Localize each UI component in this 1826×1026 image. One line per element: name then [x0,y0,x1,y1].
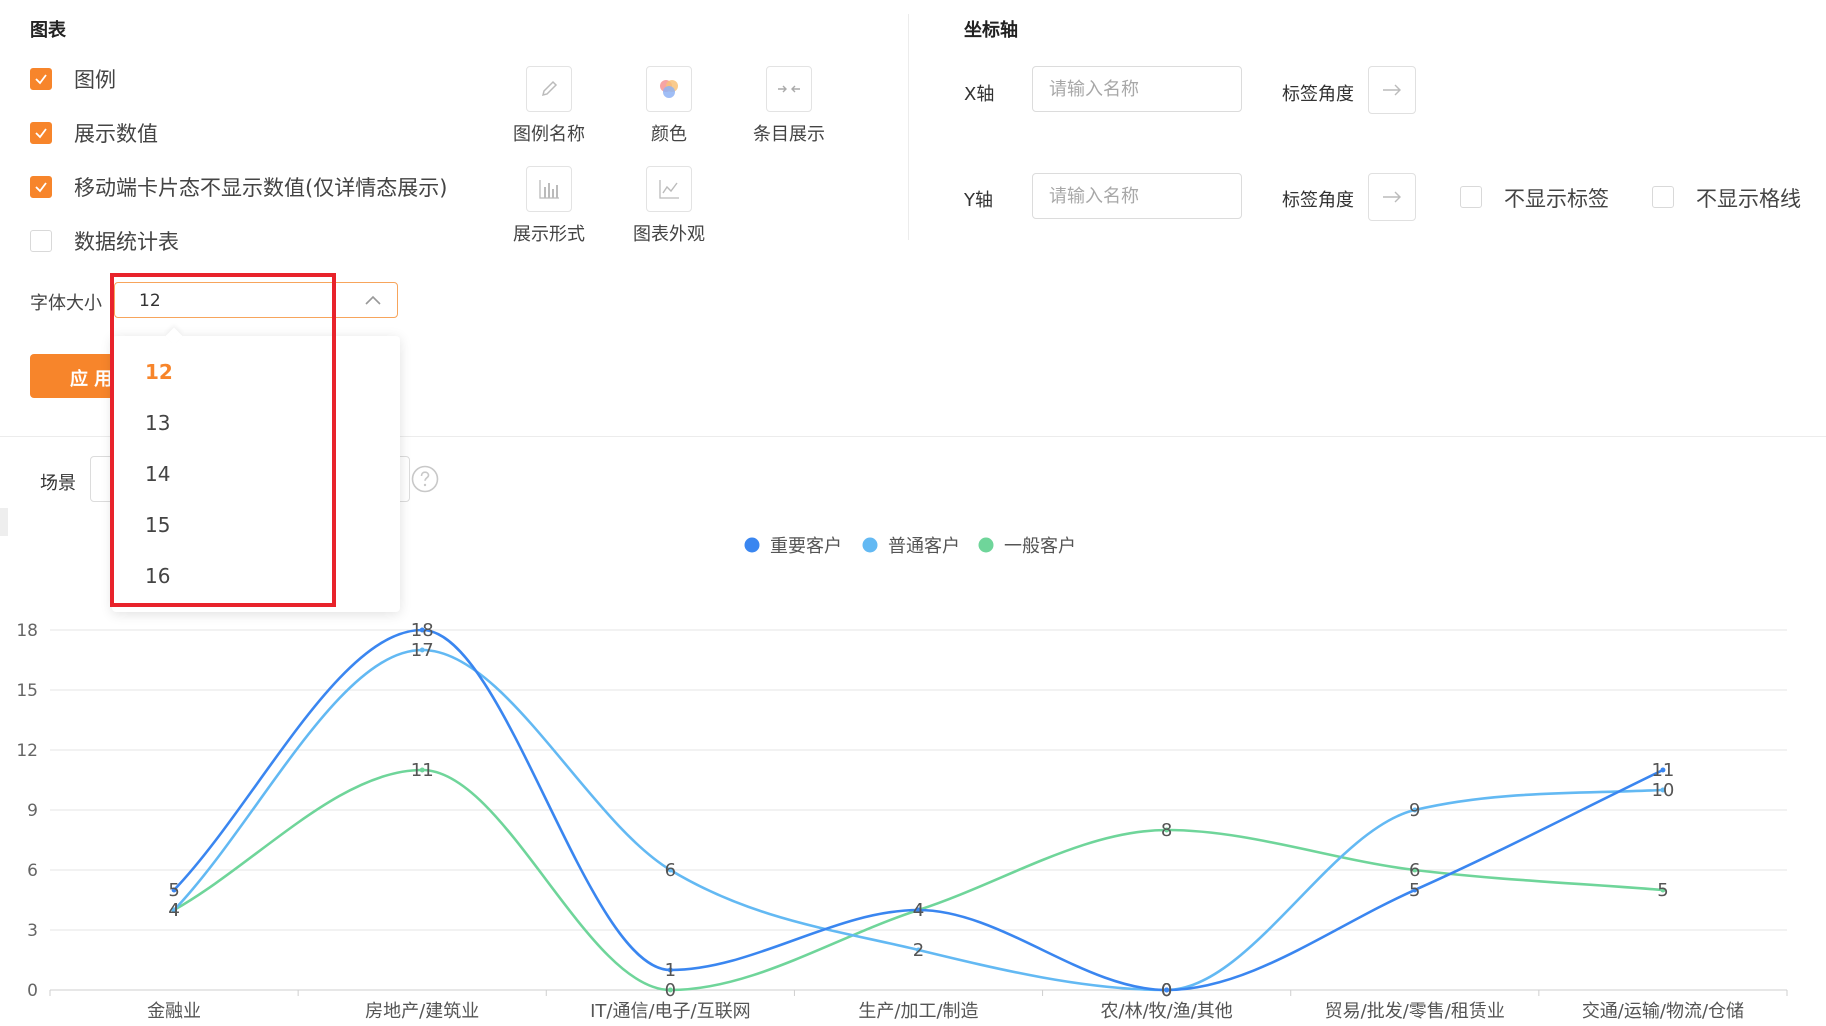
data-label: 1 [665,960,676,981]
axis-section-title: 坐标轴 [964,20,1018,41]
legend-marker-icon [978,537,994,553]
y-tick-label: 9 [27,801,38,821]
data-label: 5 [1409,880,1420,901]
chart-section-title: 图表 [30,20,66,41]
color-palette-icon[interactable] [646,66,692,112]
tool-label: 图例名称 [513,124,585,145]
x-tick-label: 农/林/牧/渔/其他 [1101,1001,1233,1022]
tool-label: 条目展示 [753,124,825,145]
checkbox-label: 展示数值 [74,122,158,146]
checkbox-checked-icon[interactable] [30,122,52,144]
y-tick-label: 18 [16,621,38,641]
bar-chart-icon[interactable] [526,166,572,212]
tool-color[interactable]: 颜色 [606,66,732,146]
hide-labels-checkbox[interactable] [1460,186,1482,208]
checkbox-checked-icon[interactable] [30,68,52,90]
x-tick-angle-label: 标签角度 [1282,84,1354,105]
apply-button-label: 应 用 [70,369,113,390]
tool-display-form[interactable]: 展示形式 [486,166,612,246]
help-icon[interactable] [410,464,440,494]
y-tick-label: 0 [27,981,38,1001]
font-size-label: 字体大小 [30,293,102,314]
checkbox-mobile-hide-values[interactable]: 移动端卡片态不显示数值(仅详情态展示) [30,172,447,202]
data-label: 9 [1409,800,1420,821]
highlight-annotation [110,273,336,607]
x-tick-label: IT/通信/电子/互联网 [590,1001,751,1022]
chevron-up-icon[interactable] [365,295,381,305]
data-label: 18 [411,620,434,641]
y-axis-name-input[interactable] [1032,173,1242,219]
data-label: 8 [1161,820,1172,841]
x-axis-label: X轴 [964,84,995,105]
tool-label: 图表外观 [633,224,705,245]
legend-label: 普通客户 [888,536,960,557]
compress-arrows-icon[interactable] [766,66,812,112]
tool-items-display[interactable]: 条目展示 [726,66,852,146]
x-axis-name-input[interactable] [1032,66,1242,112]
series-line [173,648,1663,992]
checkbox-checked-icon[interactable] [30,176,52,198]
data-label: 0 [665,980,676,1001]
y-tick-label: 6 [27,861,38,881]
checkbox-show-values[interactable]: 展示数值 [30,118,158,148]
x-tick-label: 房地产/建筑业 [365,1001,479,1022]
data-label: 2 [913,940,924,961]
y-tick-angle-button[interactable] [1368,173,1416,221]
x-tick-label: 生产/加工/制造 [858,1001,978,1022]
y-tick-label: 15 [16,681,38,701]
checkbox-label: 数据统计表 [74,230,179,254]
hide-labels-label: 不显示标签 [1504,187,1609,211]
y-tick-label: 3 [27,921,38,941]
legend-label: 一般客户 [1004,536,1076,557]
section-divider [908,14,909,240]
hide-grid-checkbox[interactable] [1652,186,1674,208]
x-tick-label: 交通/运输/物流/仓储 [1582,1001,1744,1022]
y-axis-label: Y轴 [964,190,993,211]
x-tick-label: 贸易/批发/零售/租赁业 [1325,1001,1505,1022]
data-label: 17 [411,640,434,661]
pencil-icon[interactable] [526,66,572,112]
data-label: 5 [168,880,179,901]
data-label: 10 [1651,780,1674,801]
checkbox-legend[interactable]: 图例 [30,64,116,94]
scene-label: 场景 [40,473,76,494]
arrow-right-icon [1383,84,1401,96]
data-label: 4 [168,900,179,921]
checkbox-unchecked-icon[interactable] [30,230,52,252]
checkbox-data-table[interactable]: 数据统计表 [30,226,179,256]
x-tick-angle-button[interactable] [1368,66,1416,114]
data-label: 0 [1161,980,1172,1001]
tool-label: 展示形式 [513,224,585,245]
legend-marker-icon [862,537,878,553]
x-tick-label: 金融业 [147,1001,201,1022]
data-label: 6 [665,860,676,881]
arrow-right-icon [1383,191,1401,203]
tool-label: 颜色 [651,124,687,145]
legend-marker-icon [744,537,760,553]
y-tick-label: 12 [16,741,38,761]
line-chart-icon[interactable] [646,166,692,212]
hide-grid-label: 不显示格线 [1696,187,1801,211]
data-label: 5 [1657,880,1668,901]
checkbox-label: 移动端卡片态不显示数值(仅详情态展示) [74,176,448,200]
data-label: 11 [411,760,434,781]
tool-legend-name[interactable]: 图例名称 [486,66,612,146]
data-label: 4 [913,900,924,921]
y-tick-angle-label: 标签角度 [1282,190,1354,211]
legend-label: 重要客户 [770,536,842,557]
tool-chart-appearance[interactable]: 图表外观 [606,166,732,246]
data-label: 6 [1409,860,1420,881]
checkbox-label: 图例 [74,68,116,92]
data-label: 11 [1651,760,1674,781]
